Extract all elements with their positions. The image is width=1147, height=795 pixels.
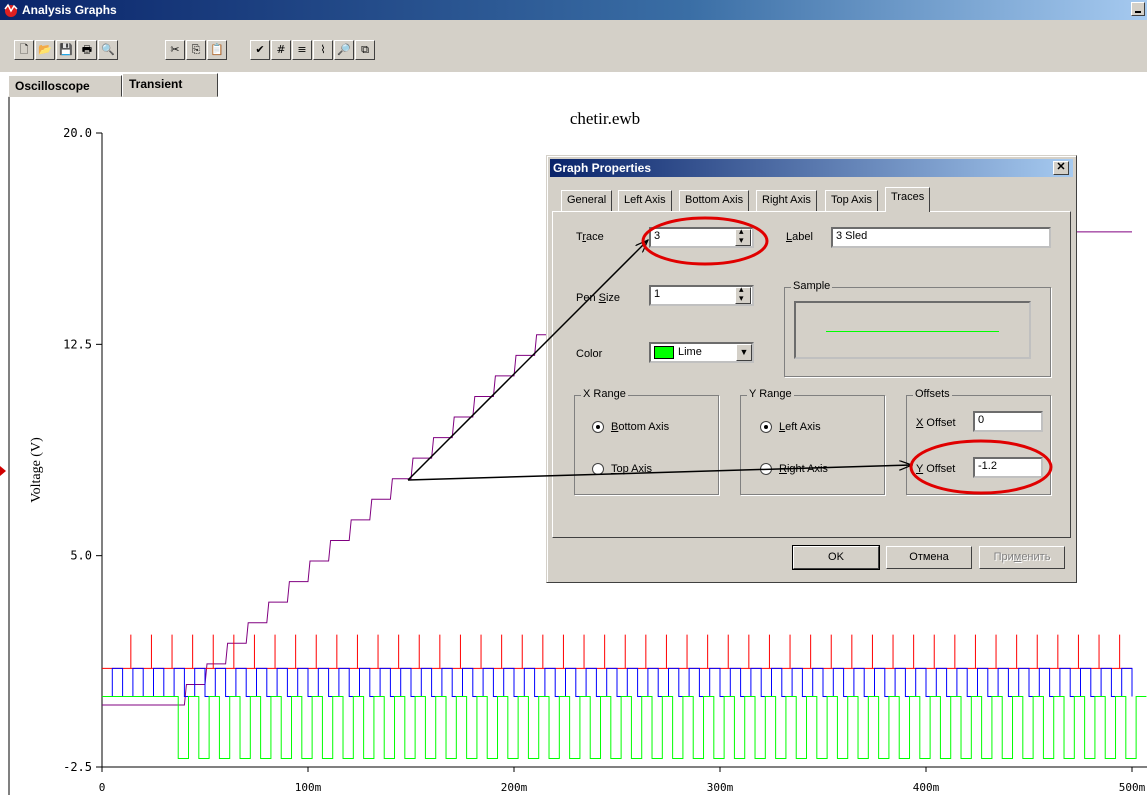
x-offset-label: X Offset [916,417,956,429]
sample-label: Sample [791,280,833,292]
x-range-group: X Range Bottom Axis Top Axis [574,388,719,495]
y-range-left-label: Left Axis [779,421,821,433]
trace-value: 3 [654,230,661,242]
trace-pulses [102,634,1132,669]
pen-size-label: Pen Size [576,292,621,304]
y-range-title: Y Range [747,388,794,400]
chevron-down-icon[interactable]: ▼ [736,344,752,361]
offsets-group: Offsets X Offset 0 Y Offset -1.2 [906,388,1051,495]
left-marker [0,466,6,476]
y-tick-label: 20.0 [63,126,92,140]
x-tick-label: 100m [295,781,322,794]
y-range-left-radio[interactable] [760,421,772,433]
sample-line [826,331,999,332]
color-select[interactable]: Lime ▼ [649,342,754,363]
trace-square-green [102,696,1147,760]
y-offset-value: -1.2 [978,460,997,472]
traces-panel: Trace 3 Label 3 Sled Pen Size 1 Sample C… [552,211,1071,538]
y-tick-label: 5.0 [70,549,92,563]
graph-title: chetir.ewb [570,109,640,128]
tab-bottom-axis[interactable]: Bottom Axis [679,190,750,211]
color-label: Color [576,348,603,360]
label-value: 3 Sled [836,230,868,242]
tab-general[interactable]: General [561,190,613,211]
dialog-title: Graph Properties [553,161,652,175]
x-range-bottom-label: Bottom Axis [611,421,670,433]
trace-square-blue [102,667,1133,698]
x-range-top-label: Top Axis [611,463,652,475]
tab-top-axis[interactable]: Top Axis [825,190,878,211]
sample-preview [794,301,1031,359]
y-axis-label: Voltage (V) [29,437,44,503]
label-input[interactable]: 3 Sled [831,227,1051,248]
x-tick-label: 300m [707,781,734,794]
dialog-title-bar: Graph Properties ✕ [550,159,1073,177]
label-label: Label [786,231,813,243]
y-tick-label: 12.5 [63,337,92,351]
x-range-title: X Range [581,388,628,400]
tab-left-axis[interactable]: Left Axis [618,190,672,211]
cancel-button[interactable]: Отмена [886,546,972,569]
color-value: Lime [678,346,702,358]
close-icon[interactable]: ✕ [1053,161,1069,175]
x-tick-label: 200m [501,781,528,794]
y-range-group: Y Range Left Axis Right Axis [740,388,885,495]
x-tick-label: 400m [913,781,940,794]
apply-button[interactable]: Применить [979,546,1065,569]
pen-size-value: 1 [654,288,661,300]
tab-right-axis[interactable]: Right Axis [756,190,817,211]
offsets-title: Offsets [913,388,952,400]
x-tick-label: 500m [1119,781,1146,794]
pen-size-spin-icon[interactable] [735,287,751,304]
y-range-right-label: Right Axis [779,463,828,475]
graph-properties-dialog: Graph Properties ✕ General Left Axis Bot… [546,155,1077,583]
y-tick-label: -2.5 [63,760,92,774]
y-offset-label: Y Offset [916,463,956,475]
trace-spin-icon[interactable] [735,229,751,246]
trace-label: Trace [576,231,604,243]
color-swatch [654,346,674,359]
trace-spinner[interactable]: 3 [649,227,754,248]
pen-size-spinner[interactable]: 1 [649,285,754,306]
x-offset-value: 0 [978,414,985,426]
y-offset-input[interactable]: -1.2 [973,457,1043,478]
x-range-top-radio[interactable] [592,463,604,475]
x-tick-label: 0 [99,781,106,794]
x-offset-input[interactable]: 0 [973,411,1043,432]
ok-button[interactable]: OK [792,545,880,570]
x-range-bottom-radio[interactable] [592,421,604,433]
tab-traces[interactable]: Traces [885,187,931,212]
y-range-right-radio[interactable] [760,463,772,475]
